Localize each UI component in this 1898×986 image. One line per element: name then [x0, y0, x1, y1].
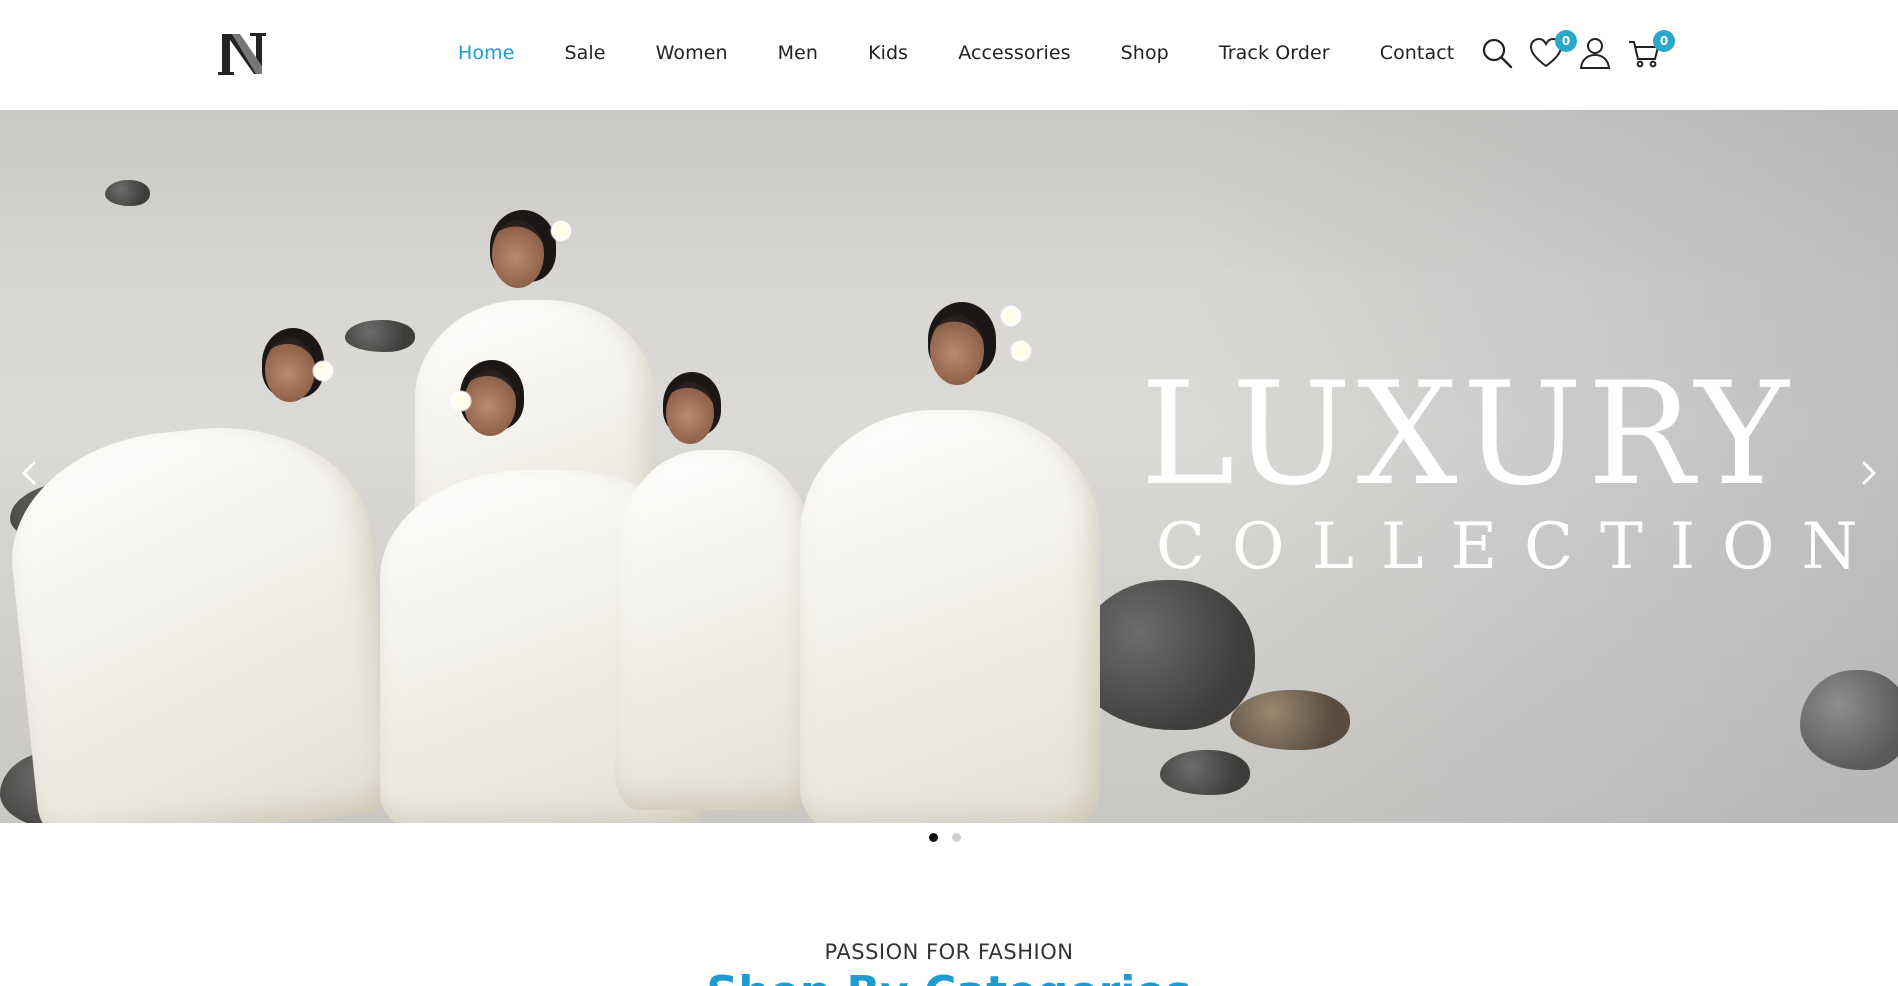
slider-dot-2[interactable]	[952, 833, 961, 842]
nav-accessories[interactable]: Accessories	[958, 42, 1070, 64]
account-button[interactable]	[1578, 36, 1614, 72]
nav-home[interactable]: Home	[458, 42, 515, 64]
chevron-right-icon	[1862, 461, 1876, 485]
nav-shop[interactable]: Shop	[1121, 42, 1169, 64]
nav-contact[interactable]: Contact	[1380, 42, 1455, 64]
nav-men[interactable]: Men	[778, 42, 818, 64]
slider-dot-1[interactable]	[929, 833, 938, 842]
hero-slider: LUXURY COLLECTION	[0, 110, 1898, 823]
logo-n-icon	[218, 33, 266, 75]
rock	[345, 320, 415, 352]
user-icon	[1579, 38, 1611, 69]
rock	[1075, 580, 1255, 730]
rock	[1230, 690, 1350, 750]
site-header: Home Sale Women Men Kids Accessories Sho…	[0, 0, 1898, 110]
wishlist-count-badge: 0	[1555, 30, 1577, 52]
slider-pagination	[929, 833, 975, 842]
wishlist-button[interactable]: 0	[1529, 30, 1577, 72]
slider-prev-button[interactable]	[14, 453, 44, 493]
main-navigation: Home Sale Women Men Kids Accessories Sho…	[458, 40, 1454, 66]
nav-women[interactable]: Women	[656, 42, 728, 64]
header-actions: 0 0	[1480, 30, 1676, 72]
section-subtitle: PASSION FOR FASHION	[824, 940, 1074, 964]
hero-title-line1: LUXURY	[1140, 352, 1794, 517]
nav-track-order[interactable]: Track Order	[1219, 42, 1330, 64]
search-button[interactable]	[1480, 36, 1516, 72]
hero-title-line2: COLLECTION	[1156, 510, 1885, 584]
search-icon	[1482, 38, 1513, 69]
rock	[1160, 750, 1250, 795]
slider-next-button[interactable]	[1854, 453, 1884, 493]
chevron-left-icon	[22, 461, 36, 485]
section-title: Shop By Categories	[0, 966, 1898, 986]
cart-button[interactable]: 0	[1627, 30, 1675, 72]
hero-heading: LUXURY COLLECTION	[1132, 352, 1885, 585]
nav-sale[interactable]: Sale	[565, 42, 606, 64]
cart-count-badge: 0	[1653, 30, 1675, 52]
rock	[105, 180, 150, 206]
brand-logo[interactable]	[216, 30, 270, 78]
nav-kids[interactable]: Kids	[868, 42, 908, 64]
